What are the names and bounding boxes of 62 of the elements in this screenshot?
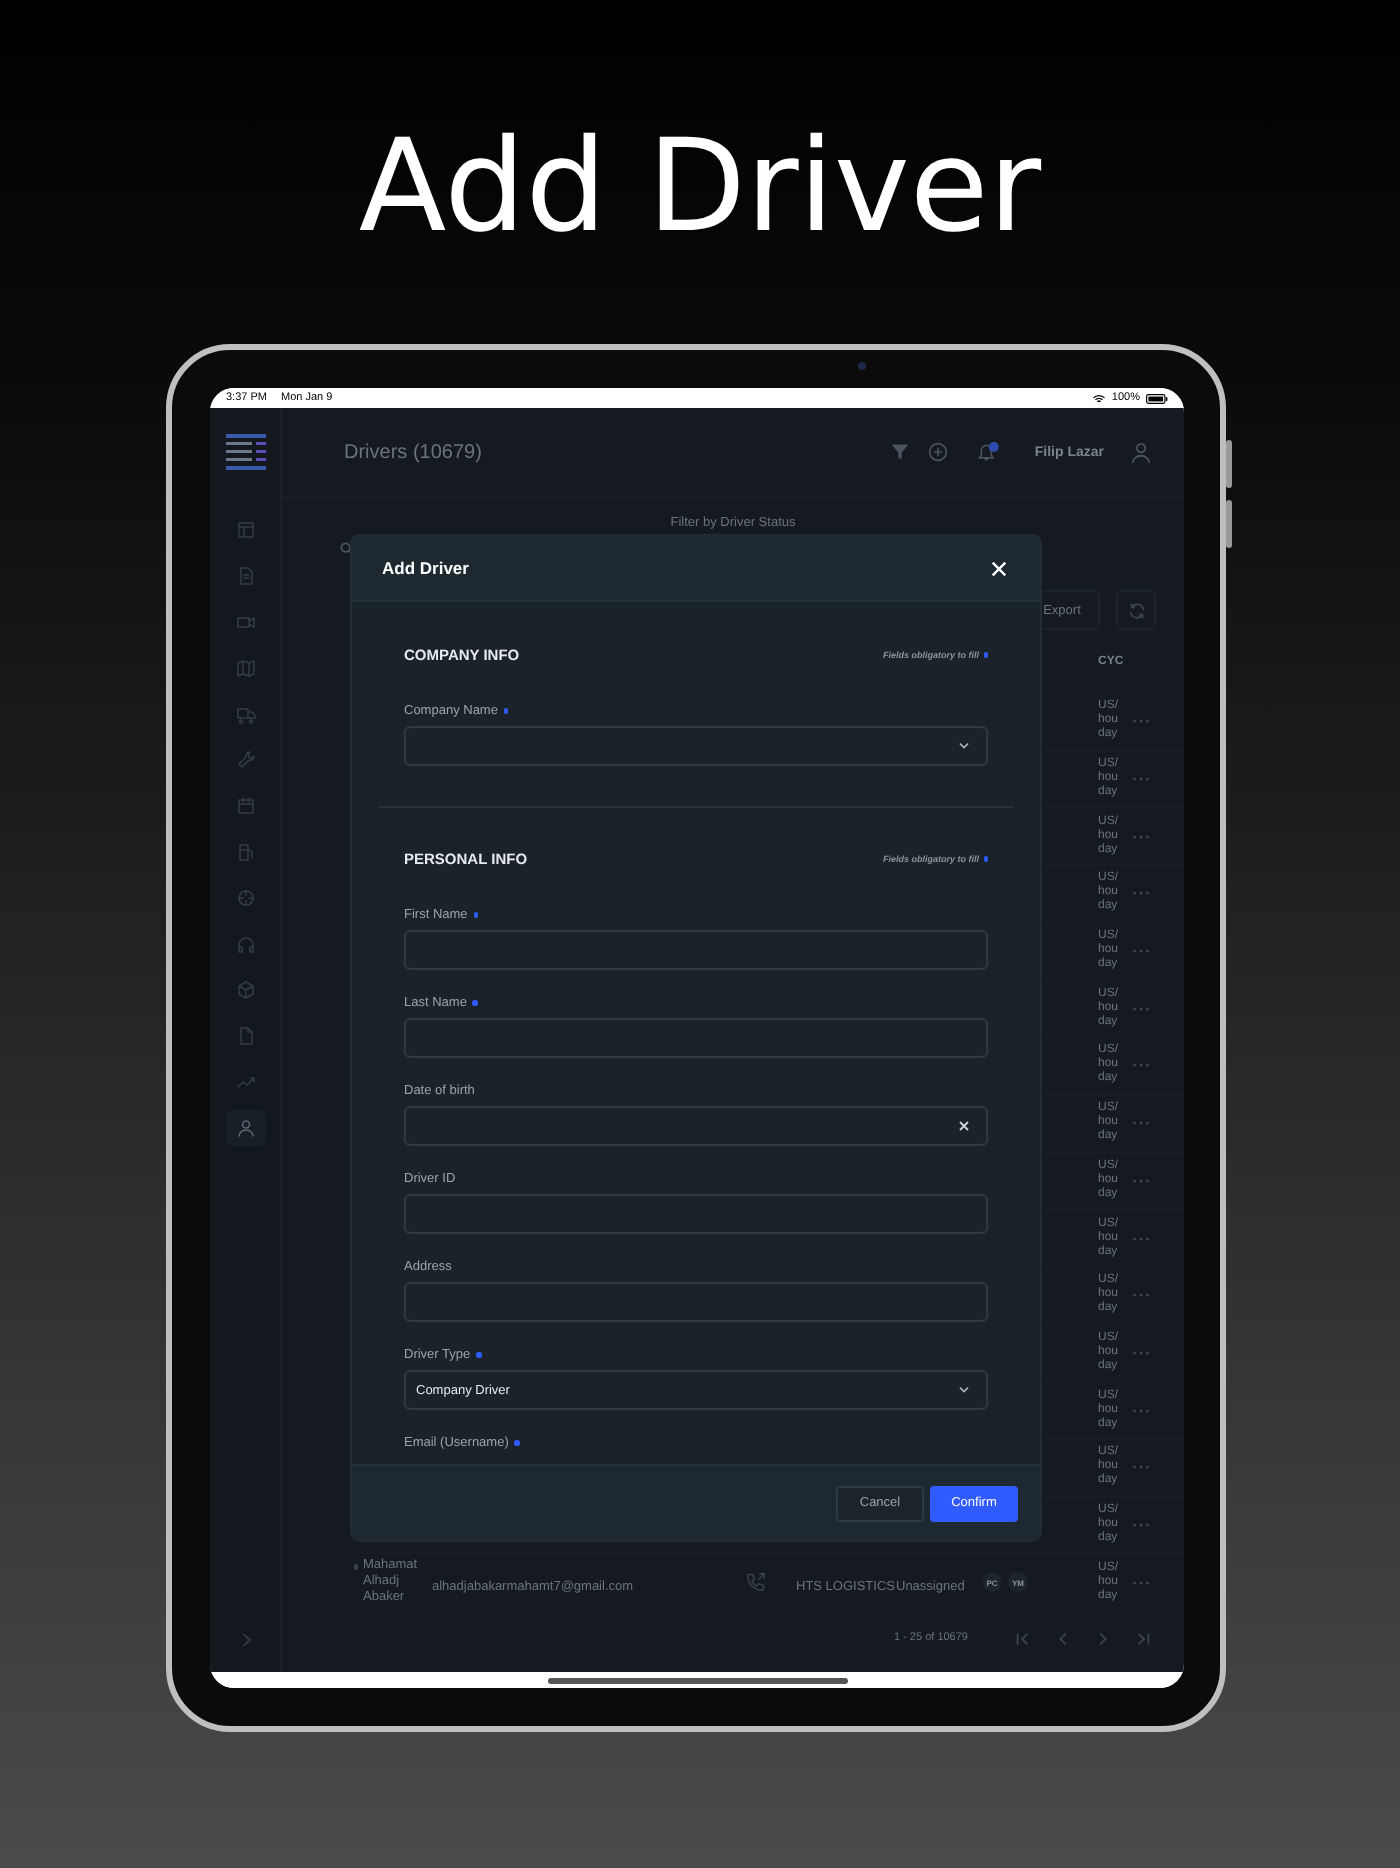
dialog-title: Add Driver	[382, 558, 469, 578]
close-icon[interactable]	[990, 559, 1008, 577]
more-icon[interactable]	[1132, 1464, 1150, 1471]
bell-icon[interactable]	[976, 442, 1001, 462]
phone-icon[interactable]	[746, 1572, 766, 1593]
more-icon[interactable]	[1132, 1292, 1150, 1299]
logo-icon	[225, 432, 265, 472]
more-icon[interactable]	[1132, 833, 1150, 840]
more-icon[interactable]	[1132, 1579, 1150, 1586]
add-icon[interactable]	[928, 442, 949, 462]
refresh-button[interactable]	[1116, 590, 1156, 630]
layout-icon	[235, 520, 255, 540]
sidebar-item[interactable]	[225, 1110, 265, 1146]
last-page-icon[interactable]	[1134, 1629, 1152, 1647]
more-icon[interactable]	[1132, 890, 1150, 897]
document-icon	[235, 566, 255, 586]
chevron-down-icon	[956, 738, 972, 754]
user-icon	[235, 1118, 255, 1138]
calendar-icon	[235, 796, 255, 816]
cube-icon	[235, 980, 255, 1000]
more-icon[interactable]	[1132, 1005, 1150, 1012]
more-icon[interactable]	[1132, 1407, 1150, 1414]
input-field[interactable]	[404, 1018, 988, 1058]
map-icon	[235, 658, 255, 678]
clear-icon[interactable]	[956, 1118, 972, 1134]
more-icon[interactable]	[1132, 776, 1150, 783]
more-icon[interactable]	[1132, 1062, 1150, 1069]
truck-icon	[235, 704, 255, 724]
more-icon[interactable]	[1132, 1349, 1150, 1356]
required-dot	[983, 856, 988, 862]
next-page-icon[interactable]	[1094, 1629, 1112, 1647]
wifi-icon	[1091, 393, 1106, 403]
battery-icon	[1146, 393, 1168, 403]
user-icon[interactable]	[1130, 441, 1152, 463]
select-field[interactable]	[404, 726, 988, 766]
target-icon	[235, 888, 255, 908]
more-icon[interactable]	[1132, 948, 1150, 955]
chevron-down-icon	[956, 1382, 972, 1398]
headphones-icon	[235, 934, 255, 954]
file-icon	[235, 1026, 255, 1046]
refresh-icon	[1127, 601, 1145, 619]
video-icon	[235, 612, 255, 632]
more-icon[interactable]	[1132, 1235, 1150, 1242]
wrench-icon	[235, 750, 255, 770]
headline: Add Driver	[358, 112, 1042, 266]
camera-icon	[858, 362, 866, 370]
page-title: Drivers (10679)	[344, 441, 482, 463]
expand-chevron-icon[interactable]	[237, 1632, 253, 1648]
more-icon[interactable]	[1132, 718, 1150, 725]
date-field[interactable]	[404, 1106, 988, 1146]
previous-page-icon[interactable]	[1054, 1629, 1072, 1647]
more-icon[interactable]	[1132, 1177, 1150, 1184]
input-field[interactable]	[404, 1194, 988, 1234]
required-dot	[983, 652, 988, 658]
more-icon[interactable]	[1132, 1521, 1150, 1528]
trend-icon	[235, 1072, 255, 1092]
fuel-icon	[235, 842, 255, 862]
first-page-icon[interactable]	[1014, 1629, 1032, 1647]
input-field[interactable]	[404, 1282, 988, 1322]
input-field[interactable]	[404, 930, 988, 970]
more-icon[interactable]	[1132, 1120, 1150, 1127]
filter-icon[interactable]	[890, 442, 911, 462]
